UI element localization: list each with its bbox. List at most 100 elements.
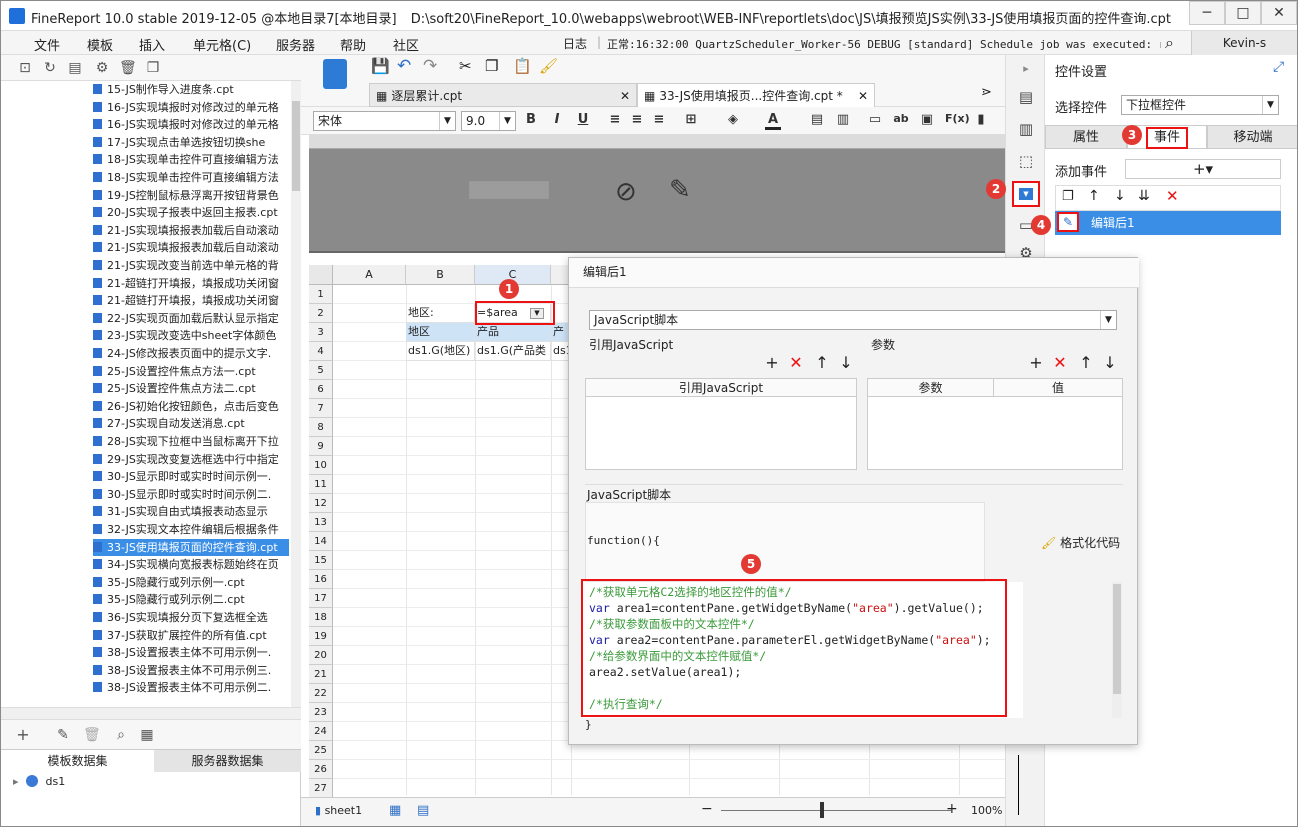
unmerge-cell-icon[interactable]: ▥ xyxy=(835,112,851,127)
redo-icon[interactable]: ↷ xyxy=(423,56,437,76)
tree-item[interactable]: 16-JS实现填报时对修改过的单元格 xyxy=(93,116,289,133)
tree-item[interactable]: 21-JS实现填报报表加载后自动滚动 xyxy=(93,239,289,256)
row-header[interactable]: 15 xyxy=(309,551,333,570)
column-header-b[interactable]: B xyxy=(406,265,475,285)
merge-cell-icon[interactable]: ▤ xyxy=(809,112,825,127)
tree-item[interactable]: 33-JS使用填报页面的控件查询.cpt xyxy=(93,538,289,556)
ref-js-table[interactable]: 引用JavaScript xyxy=(585,378,857,470)
code-scrollbar[interactable] xyxy=(1112,582,1122,718)
text-widget-icon[interactable]: ab xyxy=(893,112,909,125)
paste-icon[interactable]: 📋 xyxy=(513,57,532,75)
delete-icon[interactable]: 🗑 xyxy=(119,60,137,76)
tree-item[interactable]: 17-JS实现点击单选按钮切换she xyxy=(93,134,289,151)
tree-item[interactable]: 16-JS实现填报时对修改过的单元格 xyxy=(93,99,289,116)
dataset-settings-icon[interactable]: ▦ xyxy=(139,727,155,743)
font-family-select[interactable]: 宋体 ▼ xyxy=(313,111,456,131)
insert-widget-icon[interactable]: ▭ xyxy=(867,112,883,127)
tab-properties[interactable]: 属性 xyxy=(1045,125,1127,149)
refresh-icon[interactable]: ↻ xyxy=(42,60,58,76)
align-right-icon[interactable]: ≡ xyxy=(651,112,667,127)
tree-item[interactable]: 38-JS设置报表主体不可用示例三. xyxy=(93,662,289,679)
edit-event-icon[interactable]: ✎ xyxy=(1057,212,1079,232)
tree-item[interactable]: 19-JS控制鼠标悬浮离开按钮背景色 xyxy=(93,187,289,204)
menu-insert[interactable]: 插入 xyxy=(139,35,165,54)
minimize-button[interactable]: ─ xyxy=(1189,1,1225,25)
row-header[interactable]: 24 xyxy=(309,722,333,741)
tree-item[interactable]: 25-JS设置控件焦点方法一.cpt xyxy=(93,363,289,380)
tree-scrollbar[interactable] xyxy=(291,81,301,707)
add-event-button[interactable]: +▾ xyxy=(1125,159,1281,179)
tab-mobile[interactable]: 移动端 xyxy=(1207,125,1297,149)
cell-c4[interactable]: ds1.G(产品类 xyxy=(475,342,551,361)
tree-hscrollbar[interactable] xyxy=(1,707,301,719)
row-header[interactable]: 21 xyxy=(309,665,333,684)
tab-template-dataset[interactable]: 模板数据集 xyxy=(1,750,154,772)
row-header[interactable]: 14 xyxy=(309,532,333,551)
add-param-icon[interactable]: + xyxy=(1027,354,1045,372)
row-header[interactable]: 22 xyxy=(309,684,333,703)
collapse-arrow-icon[interactable]: ▸ xyxy=(1016,59,1036,79)
tree-item[interactable]: 20-JS实现子报表中返回主报表.cpt xyxy=(93,204,289,221)
tab-server-dataset[interactable]: 服务器数据集 xyxy=(154,750,301,772)
tree-item[interactable]: 34-JS实现横向宽报表标题始终在页 xyxy=(93,556,289,573)
new-folder-icon[interactable]: ⊡ xyxy=(17,60,33,76)
form-design-icon[interactable] xyxy=(323,59,347,89)
move-up-icon[interactable]: ↑ xyxy=(1088,188,1100,204)
add-sheet-icon[interactable]: ▦ xyxy=(389,803,401,818)
row-header[interactable]: 11 xyxy=(309,475,333,494)
cell-b4[interactable]: ds1.G(地区) xyxy=(406,342,475,361)
fill-color-icon[interactable]: ◈ xyxy=(725,112,741,127)
format-code-button[interactable]: 🖌 格式化代码 xyxy=(1041,534,1120,551)
tree-item[interactable]: 28-JS实现下拉框中当鼠标离开下拉 xyxy=(93,433,289,450)
row-header[interactable]: 9 xyxy=(309,437,333,456)
underline-button[interactable]: U xyxy=(575,112,591,127)
tree-item[interactable]: 27-JS实现自动发送消息.cpt xyxy=(93,415,289,432)
menu-file[interactable]: 文件 xyxy=(34,35,60,54)
row-header[interactable]: 2 xyxy=(309,304,333,323)
tree-item[interactable]: 36-JS实现填报分页下复选框全选 xyxy=(93,609,289,626)
tab-menu-icon[interactable]: ⋗ xyxy=(981,85,992,100)
move-bottom-icon[interactable]: ⇊ xyxy=(1138,188,1150,204)
zoom-slider-handle[interactable] xyxy=(820,802,824,818)
row-header[interactable]: 17 xyxy=(309,589,333,608)
row-header[interactable]: 23 xyxy=(309,703,333,722)
params-table[interactable]: 参数 值 xyxy=(867,378,1123,470)
format-brush-icon[interactable]: 🖌 xyxy=(539,57,558,75)
row-header[interactable]: 3 xyxy=(309,323,333,342)
row-header[interactable]: 26 xyxy=(309,760,333,779)
image-icon[interactable]: ▣ xyxy=(919,112,935,127)
tab-layer-sum[interactable]: ▦ 逐层累计.cpt ✕ xyxy=(369,83,637,107)
delete-ref-js-icon[interactable]: ✕ xyxy=(787,354,805,372)
tree-item[interactable]: 23-JS实现改变选中sheet字体颜色 xyxy=(93,327,289,344)
delete-dataset-icon[interactable]: 🗑 xyxy=(83,727,101,743)
row-header[interactable]: 16 xyxy=(309,570,333,589)
ref-js-down-icon[interactable]: ↓ xyxy=(837,354,855,372)
move-down-icon[interactable]: ↓ xyxy=(1114,188,1126,204)
row-header[interactable]: 7 xyxy=(309,399,333,418)
column-header-a[interactable]: A xyxy=(333,265,406,285)
tree-item[interactable]: 25-JS设置控件焦点方法二.cpt xyxy=(93,380,289,397)
formula-icon[interactable]: F(x) xyxy=(945,112,970,125)
widget-type-select[interactable]: 下拉框控件 ▼ xyxy=(1121,95,1279,115)
tree-item[interactable]: 35-JS隐藏行或列示例二.cpt xyxy=(93,591,289,608)
italic-button[interactable]: I xyxy=(549,112,565,127)
cut-icon[interactable]: ✂ xyxy=(459,57,472,75)
delete-param-icon[interactable]: ✕ xyxy=(1051,354,1069,372)
cell-b3[interactable]: 地区 xyxy=(406,323,475,342)
copy-icon[interactable]: ❐ xyxy=(485,57,498,75)
menu-template[interactable]: 模板 xyxy=(87,35,113,54)
tree-item[interactable]: 30-JS显示即时或实时时间示例一. xyxy=(93,468,289,485)
row-header[interactable]: 25 xyxy=(309,741,333,760)
tree-item[interactable]: 21-超链打开填报，填报成功关闭窗 xyxy=(93,292,289,309)
tree-item[interactable]: 38-JS设置报表主体不可用示例一. xyxy=(93,644,289,661)
save-icon[interactable]: 💾 xyxy=(371,57,390,75)
grid-corner[interactable] xyxy=(309,265,333,285)
menu-community[interactable]: 社区 xyxy=(393,35,419,54)
param-up-icon[interactable]: ↑ xyxy=(1077,354,1095,372)
maximize-button[interactable]: □ xyxy=(1225,1,1261,25)
font-size-select[interactable]: 9.0 ▼ xyxy=(461,111,516,131)
tree-item[interactable]: 37-JS获取扩展控件的所有值.cpt xyxy=(93,627,289,644)
settings-icon[interactable]: ⚙ xyxy=(94,60,110,76)
row-header[interactable]: 19 xyxy=(309,627,333,646)
param-down-icon[interactable]: ↓ xyxy=(1101,354,1119,372)
